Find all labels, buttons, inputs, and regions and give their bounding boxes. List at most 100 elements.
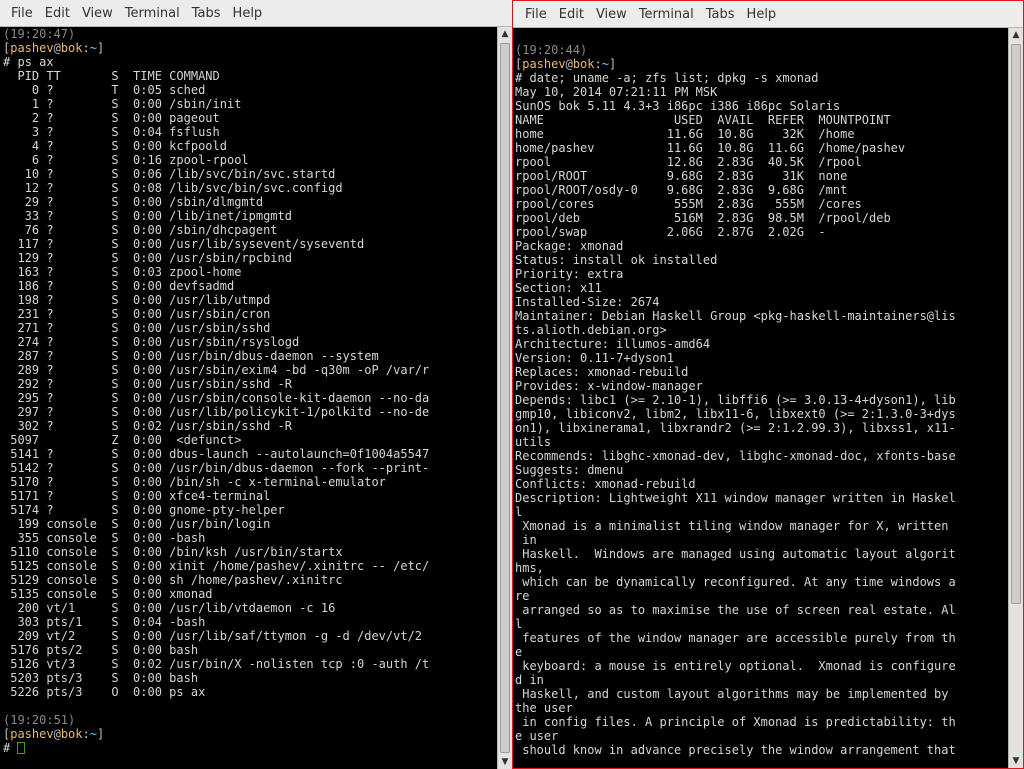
- output-line: Provides: x-window-manager: [515, 379, 703, 393]
- ps-row: 129 ? S 0:00 /usr/sbin/rpcbind: [3, 251, 292, 265]
- output-line: rpool/deb 516M 2.83G 98.5M /rpool/deb: [515, 211, 891, 225]
- output-line: Priority: extra: [515, 267, 624, 281]
- menu-view[interactable]: View: [590, 1, 633, 28]
- menu-edit[interactable]: Edit: [553, 1, 590, 28]
- output-line: l: [515, 617, 523, 631]
- ps-row: 2 ? S 0:00 pageout: [3, 111, 220, 125]
- menu-file[interactable]: File: [519, 1, 553, 28]
- ps-row: 5171 ? S 0:00 xfce4-terminal: [3, 489, 271, 503]
- ps-row: 292 ? S 0:00 /usr/sbin/sshd -R: [3, 377, 292, 391]
- ps-row: 5129 console S 0:00 sh /home/pashev/.xin…: [3, 573, 343, 587]
- menu-edit[interactable]: Edit: [39, 0, 76, 27]
- output-line: Status: install ok installed: [515, 253, 718, 267]
- menu-tabs[interactable]: Tabs: [700, 1, 741, 28]
- output-line: re: [515, 589, 530, 603]
- ps-row: 200 vt/1 S 0:00 /usr/lib/vtdaemon -c 16: [3, 601, 336, 615]
- ps-row: 12 ? S 0:08 /lib/svc/bin/svc.configd: [3, 181, 343, 195]
- output-line: gmp10, libiconv2, libm2, libx11-6, libxe…: [515, 407, 956, 421]
- output-line: Maintainer: Debian Haskell Group <pkg-ha…: [515, 309, 956, 323]
- output-line: rpool/ROOT/osdy-0 9.68G 2.83G 9.68G /mnt: [515, 183, 848, 197]
- output-line: May 10, 2014 07:21:11 PM MSK: [515, 85, 718, 99]
- output-line: Architecture: illumos-amd64: [515, 337, 711, 351]
- command-line: # date; uname -a; zfs list; dpkg -s xmon…: [515, 71, 1008, 85]
- output-line: rpool/swap 2.06G 2.87G 2.02G -: [515, 225, 826, 239]
- ps-row: 3 ? S 0:04 fsflush: [3, 125, 220, 139]
- output-line: utils: [515, 435, 552, 449]
- menu-help[interactable]: Help: [227, 0, 269, 27]
- ps-row: 199 console S 0:00 /usr/bin/login: [3, 517, 271, 531]
- ps-row: 5135 console S 0:00 xmonad: [3, 587, 213, 601]
- output-line: the user: [515, 701, 573, 715]
- prompt-info: [pashev@bok:~]: [3, 41, 105, 55]
- output-line: keyboard: a mouse is entirely optional. …: [515, 659, 956, 673]
- output-line: Haskell, and custom layout algorithms ma…: [515, 687, 949, 701]
- ps-row: 295 ? S 0:00 /usr/sbin/console-kit-daemo…: [3, 391, 430, 405]
- output-line: Description: Lightweight X11 window mana…: [515, 491, 956, 505]
- terminal-output[interactable]: (19:20:47) [pashev@bok:~] # ps ax PID TT…: [0, 27, 497, 769]
- scroll-down-arrow-icon[interactable]: ▼: [498, 755, 512, 769]
- ps-row: 33 ? S 0:00 /lib/inet/ipmgmtd: [3, 209, 292, 223]
- right-terminal-window[interactable]: File Edit View Terminal Tabs Help (19:20…: [512, 0, 1024, 769]
- menu-tabs[interactable]: Tabs: [186, 0, 227, 27]
- prompt-info: [pashev@bok:~]: [515, 57, 617, 71]
- ps-output: 0 ? T 0:05 sched 1 ? S 0:00 /sbin/init 2…: [3, 83, 497, 699]
- output-line: in: [515, 533, 537, 547]
- menu-terminal[interactable]: Terminal: [119, 0, 186, 27]
- scrollbar-thumb[interactable]: [1011, 44, 1021, 604]
- output-line: Depends: libc1 (>= 2.10-1), libffi6 (>= …: [515, 393, 956, 407]
- output-line: SunOS bok 5.11 4.3+3 i86pc i386 i86pc So…: [515, 99, 841, 113]
- ps-row: 186 ? S 0:00 devfsadmd: [3, 279, 235, 293]
- output-line: d in: [515, 673, 544, 687]
- ps-row: 163 ? S 0:03 zpool-home: [3, 265, 242, 279]
- ps-row: 1 ? S 0:00 /sbin/init: [3, 97, 242, 111]
- menu-bar: File Edit View Terminal Tabs Help: [0, 0, 512, 27]
- ps-row: 5142 ? S 0:00 /usr/bin/dbus-daemon --for…: [3, 461, 430, 475]
- prompt-symbol: #: [515, 71, 523, 85]
- output-line: Haskell. Windows are managed using autom…: [515, 547, 956, 561]
- vertical-scrollbar[interactable]: ▲ ▼: [1008, 28, 1023, 768]
- output-line: Version: 0.11-7+dyson1: [515, 351, 674, 365]
- command-line[interactable]: #: [3, 741, 497, 755]
- ps-row: 5126 vt/3 S 0:02 /usr/bin/X -nolisten tc…: [3, 657, 430, 671]
- ps-row: 29 ? S 0:00 /sbin/dlmgmtd: [3, 195, 264, 209]
- output-line: rpool 12.8G 2.83G 40.5K /rpool: [515, 155, 862, 169]
- output-line: rpool/ROOT 9.68G 2.83G 31K none: [515, 169, 848, 183]
- timestamp: (19:20:47): [3, 27, 76, 41]
- ps-row: 5110 console S 0:00 /bin/ksh /usr/bin/st…: [3, 545, 343, 559]
- output-line: NAME USED AVAIL REFER MOUNTPOINT: [515, 113, 891, 127]
- menu-file[interactable]: File: [5, 0, 39, 27]
- ps-row: 5203 pts/3 S 0:00 bash: [3, 671, 199, 685]
- ps-header: PID TT S TIME COMMAND: [3, 69, 220, 83]
- command-output: May 10, 2014 07:21:11 PM MSK SunOS bok 5.…: [515, 85, 1008, 757]
- ps-row: 117 ? S 0:00 /usr/lib/sysevent/syseventd: [3, 237, 365, 251]
- ps-row: 5097 Z 0:00 <defunct>: [3, 433, 242, 447]
- terminal-output[interactable]: (19:20:44) [pashev@bok:~] # date; uname …: [513, 28, 1008, 768]
- text-cursor: [17, 742, 26, 754]
- scroll-up-arrow-icon[interactable]: ▲: [1009, 28, 1023, 42]
- left-terminal-window[interactable]: File Edit View Terminal Tabs Help (19:20…: [0, 0, 512, 769]
- scrollbar-thumb[interactable]: [500, 43, 510, 753]
- ps-row: 271 ? S 0:00 /usr/sbin/sshd: [3, 321, 271, 335]
- menu-bar: File Edit View Terminal Tabs Help: [513, 1, 1023, 28]
- output-line: Recommends: libghc-xmonad-dev, libghc-xm…: [515, 449, 956, 463]
- output-line: e: [515, 645, 523, 659]
- menu-terminal[interactable]: Terminal: [633, 1, 700, 28]
- ps-row: 5170 ? S 0:00 /bin/sh -c x-terminal-emul…: [3, 475, 386, 489]
- command-text: ps ax: [17, 55, 54, 69]
- scroll-up-arrow-icon[interactable]: ▲: [498, 27, 512, 41]
- prompt-info: [pashev@bok:~]: [3, 727, 105, 741]
- vertical-scrollbar[interactable]: ▲ ▼: [497, 27, 512, 769]
- output-line: which can be dynamically reconfigured. A…: [515, 575, 956, 589]
- output-line: Section: x11: [515, 281, 602, 295]
- scroll-down-arrow-icon[interactable]: ▼: [1009, 754, 1023, 768]
- menu-view[interactable]: View: [76, 0, 119, 27]
- command-line: # ps ax: [3, 55, 497, 69]
- output-line: Conflicts: xmonad-rebuild: [515, 477, 696, 491]
- timestamp: (19:20:44): [515, 43, 588, 57]
- output-line: hms,: [515, 561, 544, 575]
- ps-row: 209 vt/2 S 0:00 /usr/lib/saf/ttymon -g -…: [3, 629, 423, 643]
- output-line: e user: [515, 729, 559, 743]
- ps-row: 5125 console S 0:00 xinit /home/pashev/.…: [3, 559, 430, 573]
- menu-help[interactable]: Help: [741, 1, 783, 28]
